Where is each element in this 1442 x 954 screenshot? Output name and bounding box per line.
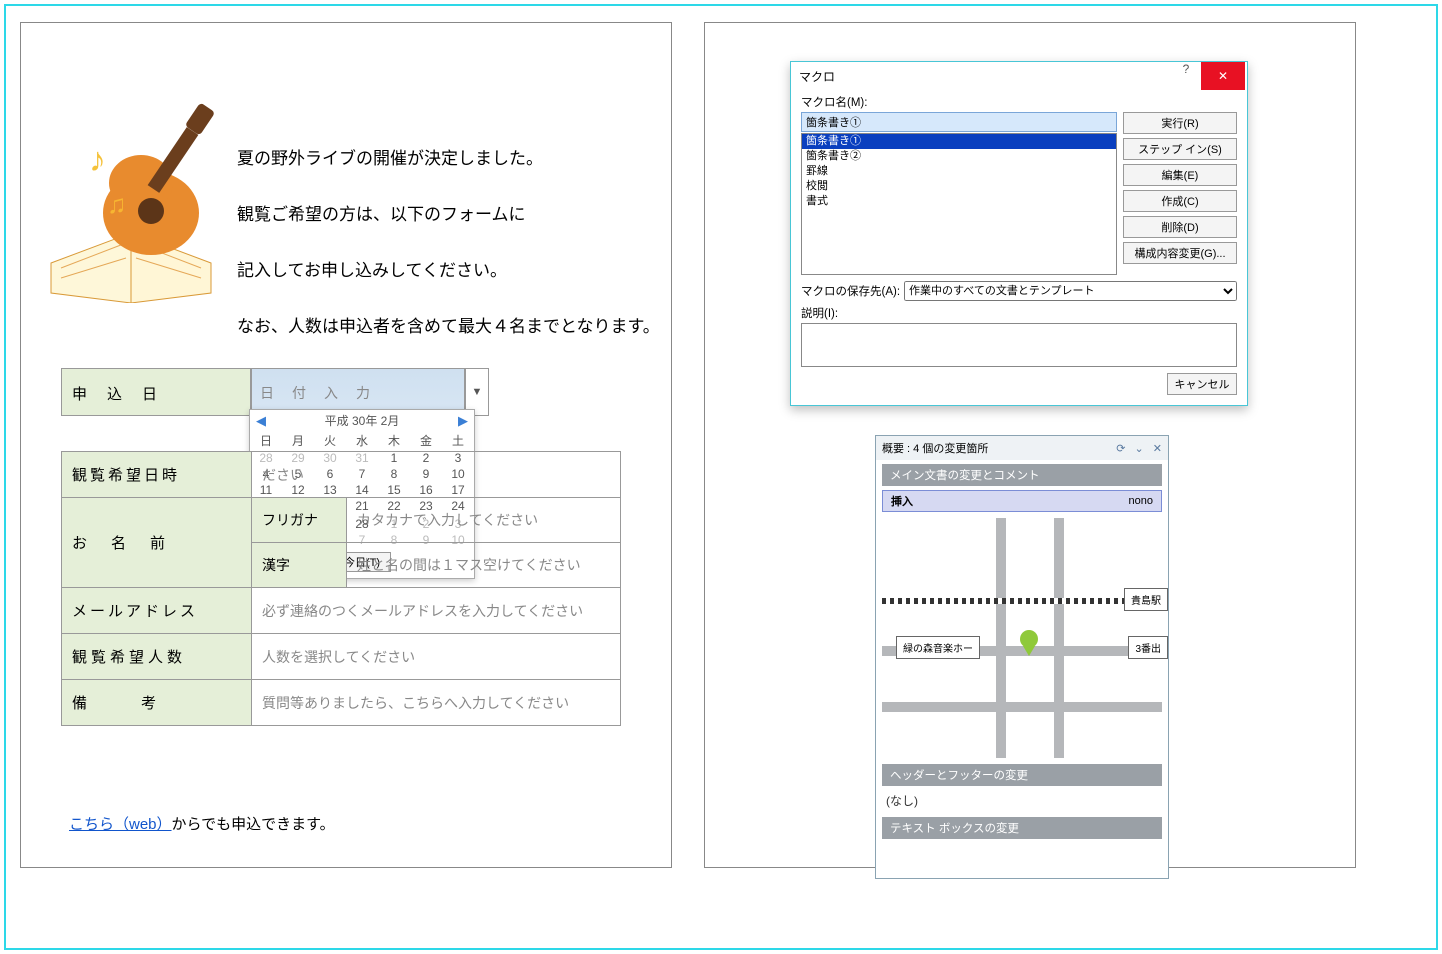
intro-line-4: なお、人数は申込者を含めて最大４名までとなります。 [237,299,660,355]
map-pin-foot [1023,646,1035,656]
wish-date-label: 観覧希望日時 [62,452,252,498]
count-field[interactable]: 人数を選択してください [252,634,621,680]
count-label: 観覧希望人数 [62,634,252,680]
wish-date-placeholder[interactable]: ださい [252,452,621,498]
station-2: 3番出 [1128,636,1168,659]
edit-button[interactable]: 編集(E) [1123,164,1237,186]
dow-cell: 日 [250,431,282,450]
macro-list-item[interactable]: 書式 [802,194,1116,209]
web-link-line: こちら（web）からでも申込できます。 [69,813,335,834]
prev-month-arrow[interactable]: ◀ [256,413,266,429]
svg-text:♪: ♪ [89,141,106,179]
application-form: 観覧希望日時 ださい お名前 フリガナ カタカナで入力してください 漢字 姓と名… [61,451,621,726]
kanji-label: 漢字 [252,543,347,588]
organizer-button[interactable]: 構成内容変更(G)... [1123,242,1237,264]
application-date-label: 申込日 [61,368,251,416]
calendar-title: 平成 30年 2月 [325,412,400,429]
review-summary: 概要 : 4 個の変更箇所 [882,440,988,456]
macro-list-item[interactable]: 箇条書き① [802,134,1116,149]
page-left: ♪ ♫ 夏の野外ライブの開催が決定しました。 観覧ご希望の方は、以下のフォームに… [20,22,672,868]
furigana-label: フリガナ [252,498,347,543]
furigana-field[interactable]: カタカナで入力してください [347,498,621,543]
dow-cell: 水 [346,431,378,450]
macro-store-select[interactable]: 作業中のすべての文書とテンプレート [904,281,1237,301]
table-row: メールアドレス 必ず連絡のつくメールアドレスを入力してください [62,588,621,634]
macro-store-label: マクロの保存先(A): [801,283,900,299]
section-main-changes: メイン文書の変更とコメント [882,464,1162,486]
close-panel-icon[interactable]: ✕ [1153,443,1162,455]
name-label: お名前 [62,498,252,588]
dow-cell: 土 [442,431,474,450]
macro-name-input[interactable] [801,112,1117,132]
web-link[interactable]: こちら（web） [69,816,172,833]
description-box[interactable] [801,323,1237,367]
intro-line-3: 記入してお申し込みしてください。 [237,243,660,299]
dow-cell: 金 [410,431,442,450]
email-field[interactable]: 必ず連絡のつくメールアドレスを入力してください [252,588,621,634]
venue-label: 緑の森音楽ホー [896,636,980,659]
email-label: メールアドレス [62,588,252,634]
dow-cell: 月 [282,431,314,450]
close-button[interactable]: ✕ [1201,62,1245,90]
table-row: お名前 フリガナ カタカナで入力してください [62,498,621,543]
refresh-icon[interactable]: ⟳ [1116,443,1125,455]
review-panel: 概要 : 4 個の変更箇所 ⟳ ⌄ ✕ メイン文書の変更とコメント 挿入 non… [875,435,1169,879]
next-month-arrow[interactable]: ▶ [458,413,468,429]
insert-author: nono [1129,495,1153,507]
svg-text:♫: ♫ [107,189,127,219]
dow-cell: 火 [314,431,346,450]
link-after-text: からでも申込できます。 [172,816,335,833]
map-snippet: 貴島駅 3番出 緑の森音楽ホー [882,518,1162,758]
section-header-footer: ヘッダーとフッターの変更 [882,764,1162,786]
station-1: 貴島駅 [1124,588,1168,611]
intro-line-1: 夏の野外ライブの開催が決定しました。 [237,131,660,187]
help-button[interactable]: ? [1171,62,1201,90]
section-textbox: テキスト ボックスの変更 [882,817,1162,839]
macro-list[interactable]: 箇条書き①箇条書き②罫線校閲書式 [801,133,1117,275]
delete-button[interactable]: 削除(D) [1123,216,1237,238]
cancel-button[interactable]: キャンセル [1167,373,1237,395]
macro-list-item[interactable]: 罫線 [802,164,1116,179]
note-field[interactable]: 質問等ありましたら、こちらへ入力してください [252,680,621,726]
macro-name-label: マクロ名(M): [801,94,1237,110]
step-in-button[interactable]: ステップ イン(S) [1123,138,1237,160]
guitar-illustration: ♪ ♫ [41,103,221,303]
create-button[interactable]: 作成(C) [1123,190,1237,212]
dialog-titlebar: マクロ ? ✕ [791,62,1247,90]
table-row: 観覧希望人数 人数を選択してください [62,634,621,680]
intro-text: 夏の野外ライブの開催が決定しました。 観覧ご希望の方は、以下のフォームに 記入し… [237,131,660,355]
insert-change-item[interactable]: 挿入 nono [882,490,1162,512]
description-label: 説明(I): [801,305,1237,321]
insert-label: 挿入 [891,493,913,509]
dialog-title: マクロ [799,68,835,85]
intro-line-2: 観覧ご希望の方は、以下のフォームに [237,187,660,243]
table-row: 観覧希望日時 ださい [62,452,621,498]
kanji-field[interactable]: 姓と名の間は１マス空けてください [347,543,621,588]
none-text: (なし) [876,788,1168,813]
run-button[interactable]: 実行(R) [1123,112,1237,134]
collapse-icon[interactable]: ⌄ [1135,443,1144,455]
macro-list-item[interactable]: 箇条書き② [802,149,1116,164]
table-row: 備考 質問等ありましたら、こちらへ入力してください [62,680,621,726]
macro-list-item[interactable]: 校閲 [802,179,1116,194]
page-right: マクロ ? ✕ マクロ名(M): 箇条書き①箇条書き②罫線校閲書式 実行(R) … [704,22,1356,868]
macro-dialog: マクロ ? ✕ マクロ名(M): 箇条書き①箇条書き②罫線校閲書式 実行(R) … [790,61,1248,406]
dow-cell: 木 [378,431,410,450]
note-label: 備考 [62,680,252,726]
